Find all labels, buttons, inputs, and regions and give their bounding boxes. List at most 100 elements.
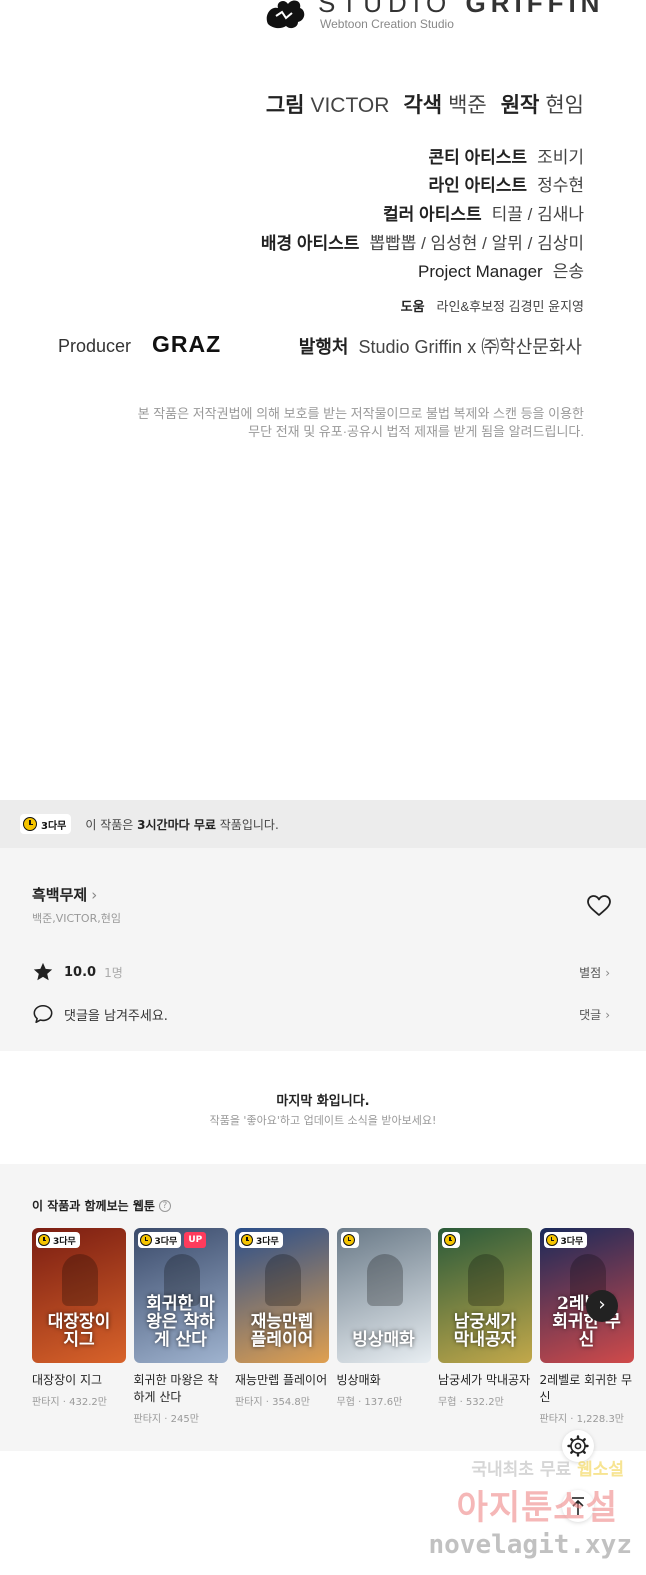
comment-link[interactable]: 댓글 › bbox=[579, 1006, 610, 1023]
card-title[interactable]: 대장장이 지그 bbox=[32, 1372, 126, 1389]
rating-count: 1명 bbox=[104, 965, 123, 980]
card-meta: 판타지 · 1,228.3만 bbox=[539, 1414, 625, 1425]
card-meta: 판타지 · 245만 bbox=[133, 1414, 199, 1425]
recommendation-card[interactable]: 빙상매화 빙상매화 무협 · 137.6만 bbox=[336, 1228, 431, 1408]
site-watermark: 국내최초 무료 웹소설 아지툰소설 novelagit.xyz bbox=[428, 1460, 633, 1560]
adapt-role: 각색 bbox=[403, 94, 443, 117]
last-episode-title: 마지막 화입니다. bbox=[276, 1094, 370, 1109]
conti-credit: 콘티 아티스트 조비기 bbox=[428, 148, 585, 167]
rate-link[interactable]: 별점 › bbox=[579, 964, 610, 981]
card-meta: 무협 · 137.6만 bbox=[336, 1397, 403, 1408]
clock-icon bbox=[139, 1234, 152, 1246]
cover-thumbnail[interactable]: 3다무재능만렙 플레이어 bbox=[235, 1228, 329, 1363]
cover-badges: 3다무 bbox=[36, 1232, 80, 1248]
card-meta: 무협 · 532.2만 bbox=[438, 1397, 504, 1408]
chevron-right-icon: › bbox=[605, 1008, 610, 1022]
credits-panel: STUDIO GRIFFIN Webtoon Creation Studio 그… bbox=[0, 0, 646, 800]
card-title[interactable]: 남궁세가 막내공자 bbox=[438, 1372, 532, 1389]
cover-badges: 3다무 bbox=[543, 1232, 588, 1248]
recommendation-card[interactable]: 남궁세가 막내공자 남궁세가 막내공자 무협 · 532.2만 bbox=[438, 1228, 532, 1408]
cover-figure bbox=[366, 1254, 403, 1306]
original-name: 현임 bbox=[545, 94, 584, 117]
clock-icon bbox=[342, 1234, 355, 1246]
free-badge: 3다무 bbox=[36, 1232, 80, 1248]
card-title[interactable]: 재능만렙 플레이어 bbox=[235, 1372, 329, 1389]
card-meta: 판타지 · 432.2만 bbox=[32, 1397, 107, 1408]
star-icon bbox=[33, 962, 53, 981]
free-badge bbox=[442, 1232, 460, 1248]
cover-title-art: 회귀한 마왕은 착하게 산다 bbox=[146, 1294, 215, 1350]
cover-badges bbox=[340, 1232, 359, 1248]
cover-badges: 3다무 bbox=[239, 1232, 283, 1248]
rating-row: 10.0 1명 bbox=[32, 961, 123, 983]
cover-figure bbox=[265, 1254, 301, 1306]
card-meta: 판타지 · 354.8만 bbox=[235, 1397, 310, 1408]
color-credit: 컬러 아티스트 티끌 / 김새나 bbox=[383, 205, 584, 224]
line-credit: 라인 아티스트 정수현 bbox=[428, 176, 585, 195]
clock-icon bbox=[444, 1234, 456, 1246]
comment-placeholder: 댓글을 남겨주세요. bbox=[64, 1008, 168, 1024]
help-icon[interactable]: ? bbox=[158, 1199, 171, 1212]
comment-row[interactable]: 댓글을 남겨주세요. bbox=[32, 1003, 168, 1025]
clock-icon bbox=[23, 817, 37, 831]
assist-credit: 도움 라인&후보정 김경민 윤지영 bbox=[400, 299, 584, 314]
cover-thumbnail[interactable]: 3다무2레벨로 회귀한 무신 bbox=[539, 1228, 634, 1363]
heart-icon[interactable] bbox=[586, 894, 612, 918]
cover-thumbnail[interactable]: 빙상매화 bbox=[336, 1228, 431, 1363]
studio-tagline: Webtoon Creation Studio bbox=[320, 17, 454, 31]
free-notice-text: 이 작품은 3시간마다 무료 작품입니다. bbox=[85, 817, 279, 832]
series-info-panel: 흑백무제 › 백준,VICTOR,현임 10.0 1명 별점 › 댓글을 남겨주세요… bbox=[0, 848, 646, 1051]
clock-icon bbox=[241, 1234, 253, 1246]
adapt-name: 백준 bbox=[448, 94, 487, 117]
cover-thumbnail[interactable]: 남궁세가 막내공자 bbox=[438, 1228, 532, 1363]
pm-credit: Project Manager 은송 bbox=[417, 262, 584, 281]
last-episode-panel: 마지막 화입니다. 작품을 '좋아요'하고 업데이트 소식을 받아보세요! bbox=[0, 1051, 646, 1164]
clock-icon bbox=[545, 1234, 558, 1246]
art-name: VICTOR bbox=[310, 94, 390, 117]
recommendation-card[interactable]: 3다무 대장장이 지그 대장장이 지그 판타지 · 432.2만 bbox=[32, 1228, 126, 1408]
free-badge: 3다무 bbox=[239, 1232, 283, 1248]
recommendation-card[interactable]: 3다무 재능만렙 플레이어 재능만렙 플레이어 판타지 · 354.8만 bbox=[235, 1228, 329, 1408]
cover-title-art: 재능만렙 플레이어 bbox=[250, 1312, 314, 1350]
cover-thumbnail[interactable]: 3다무 UP 회귀한 마왕은 착하게 산다 bbox=[133, 1228, 228, 1363]
chevron-right-icon: › bbox=[91, 886, 98, 904]
main-credits: 그림 VICTOR 각색 백준 원작 현임 bbox=[266, 89, 584, 119]
free-notice-bar: 3다무 이 작품은 3시간마다 무료 작품입니다. bbox=[0, 800, 646, 848]
cover-title-art: 남궁세가 막내공자 bbox=[453, 1312, 517, 1350]
series-title-link[interactable]: 흑백무제 › bbox=[32, 884, 97, 905]
publisher-credit: 발행처 Studio Griffin x ㈜학산문화사 bbox=[298, 337, 582, 357]
cover-thumbnail[interactable]: 3다무대장장이 지그 bbox=[32, 1228, 126, 1363]
card-title[interactable]: 2레벨로 회귀한 무신 bbox=[540, 1372, 634, 1406]
series-authors: 백준,VICTOR,현임 bbox=[32, 912, 121, 925]
producer-label: Producer bbox=[58, 336, 132, 356]
last-episode-subtitle: 작품을 '좋아요'하고 업데이트 소식을 받아보세요! bbox=[209, 1114, 437, 1127]
free-badge: 3다무 bbox=[137, 1232, 182, 1248]
cover-figure bbox=[468, 1254, 504, 1306]
cover-badges: 3다무 UP bbox=[137, 1232, 207, 1248]
background-credit: 배경 아티스트 뽑빱뽑 / 임성현 / 알뮈 / 김상미 bbox=[260, 234, 584, 253]
recommendation-card[interactable]: 3다무 UP 회귀한 마왕은 착하게 산다 회귀한 마왕은 착하게 산다 판타지 · 2… bbox=[133, 1228, 228, 1425]
card-title[interactable]: 빙상매화 bbox=[337, 1372, 431, 1389]
comment-bubble-icon bbox=[33, 1004, 53, 1024]
free-badge: 3다무 bbox=[20, 814, 72, 834]
cover-title-art: 대장장이 지그 bbox=[47, 1312, 111, 1350]
free-badge: 3다무 bbox=[543, 1232, 588, 1248]
chevron-right-icon: › bbox=[605, 966, 610, 980]
card-title[interactable]: 회귀한 마왕은 착하게 산다 bbox=[134, 1372, 228, 1406]
up-badge: UP bbox=[184, 1232, 207, 1248]
rating-value: 10.0 bbox=[64, 964, 97, 980]
recommendations-section: 이 작품과 함께보는 웹툰? 3다무 대장장이 지그 대장장이 지그 판타지 · 43… bbox=[0, 1164, 646, 1451]
original-role: 원작 bbox=[500, 94, 540, 117]
cover-badges bbox=[442, 1232, 460, 1248]
recommendations-title: 이 작품과 함께보는 웹툰? bbox=[32, 1197, 171, 1214]
clock-icon bbox=[38, 1234, 50, 1246]
griffin-logo-icon bbox=[266, 0, 305, 29]
art-role: 그림 bbox=[265, 94, 305, 117]
recommendation-card[interactable]: 3다무2레벨로 회귀한 무신 2레벨로 회귀한 무신판타지 · 1,228.3만 bbox=[539, 1228, 634, 1425]
producer-logo: GRAZ bbox=[152, 331, 222, 357]
cover-title-art: 빙상매화 bbox=[352, 1330, 415, 1350]
cover-figure bbox=[62, 1254, 98, 1306]
free-badge bbox=[340, 1232, 359, 1248]
next-arrow-button[interactable]: › bbox=[586, 1290, 618, 1322]
copyright-notice: 본 작품은 저작권법에 의해 보호를 받는 저작물이므로 불법 복제와 스캔 등… bbox=[137, 406, 584, 439]
